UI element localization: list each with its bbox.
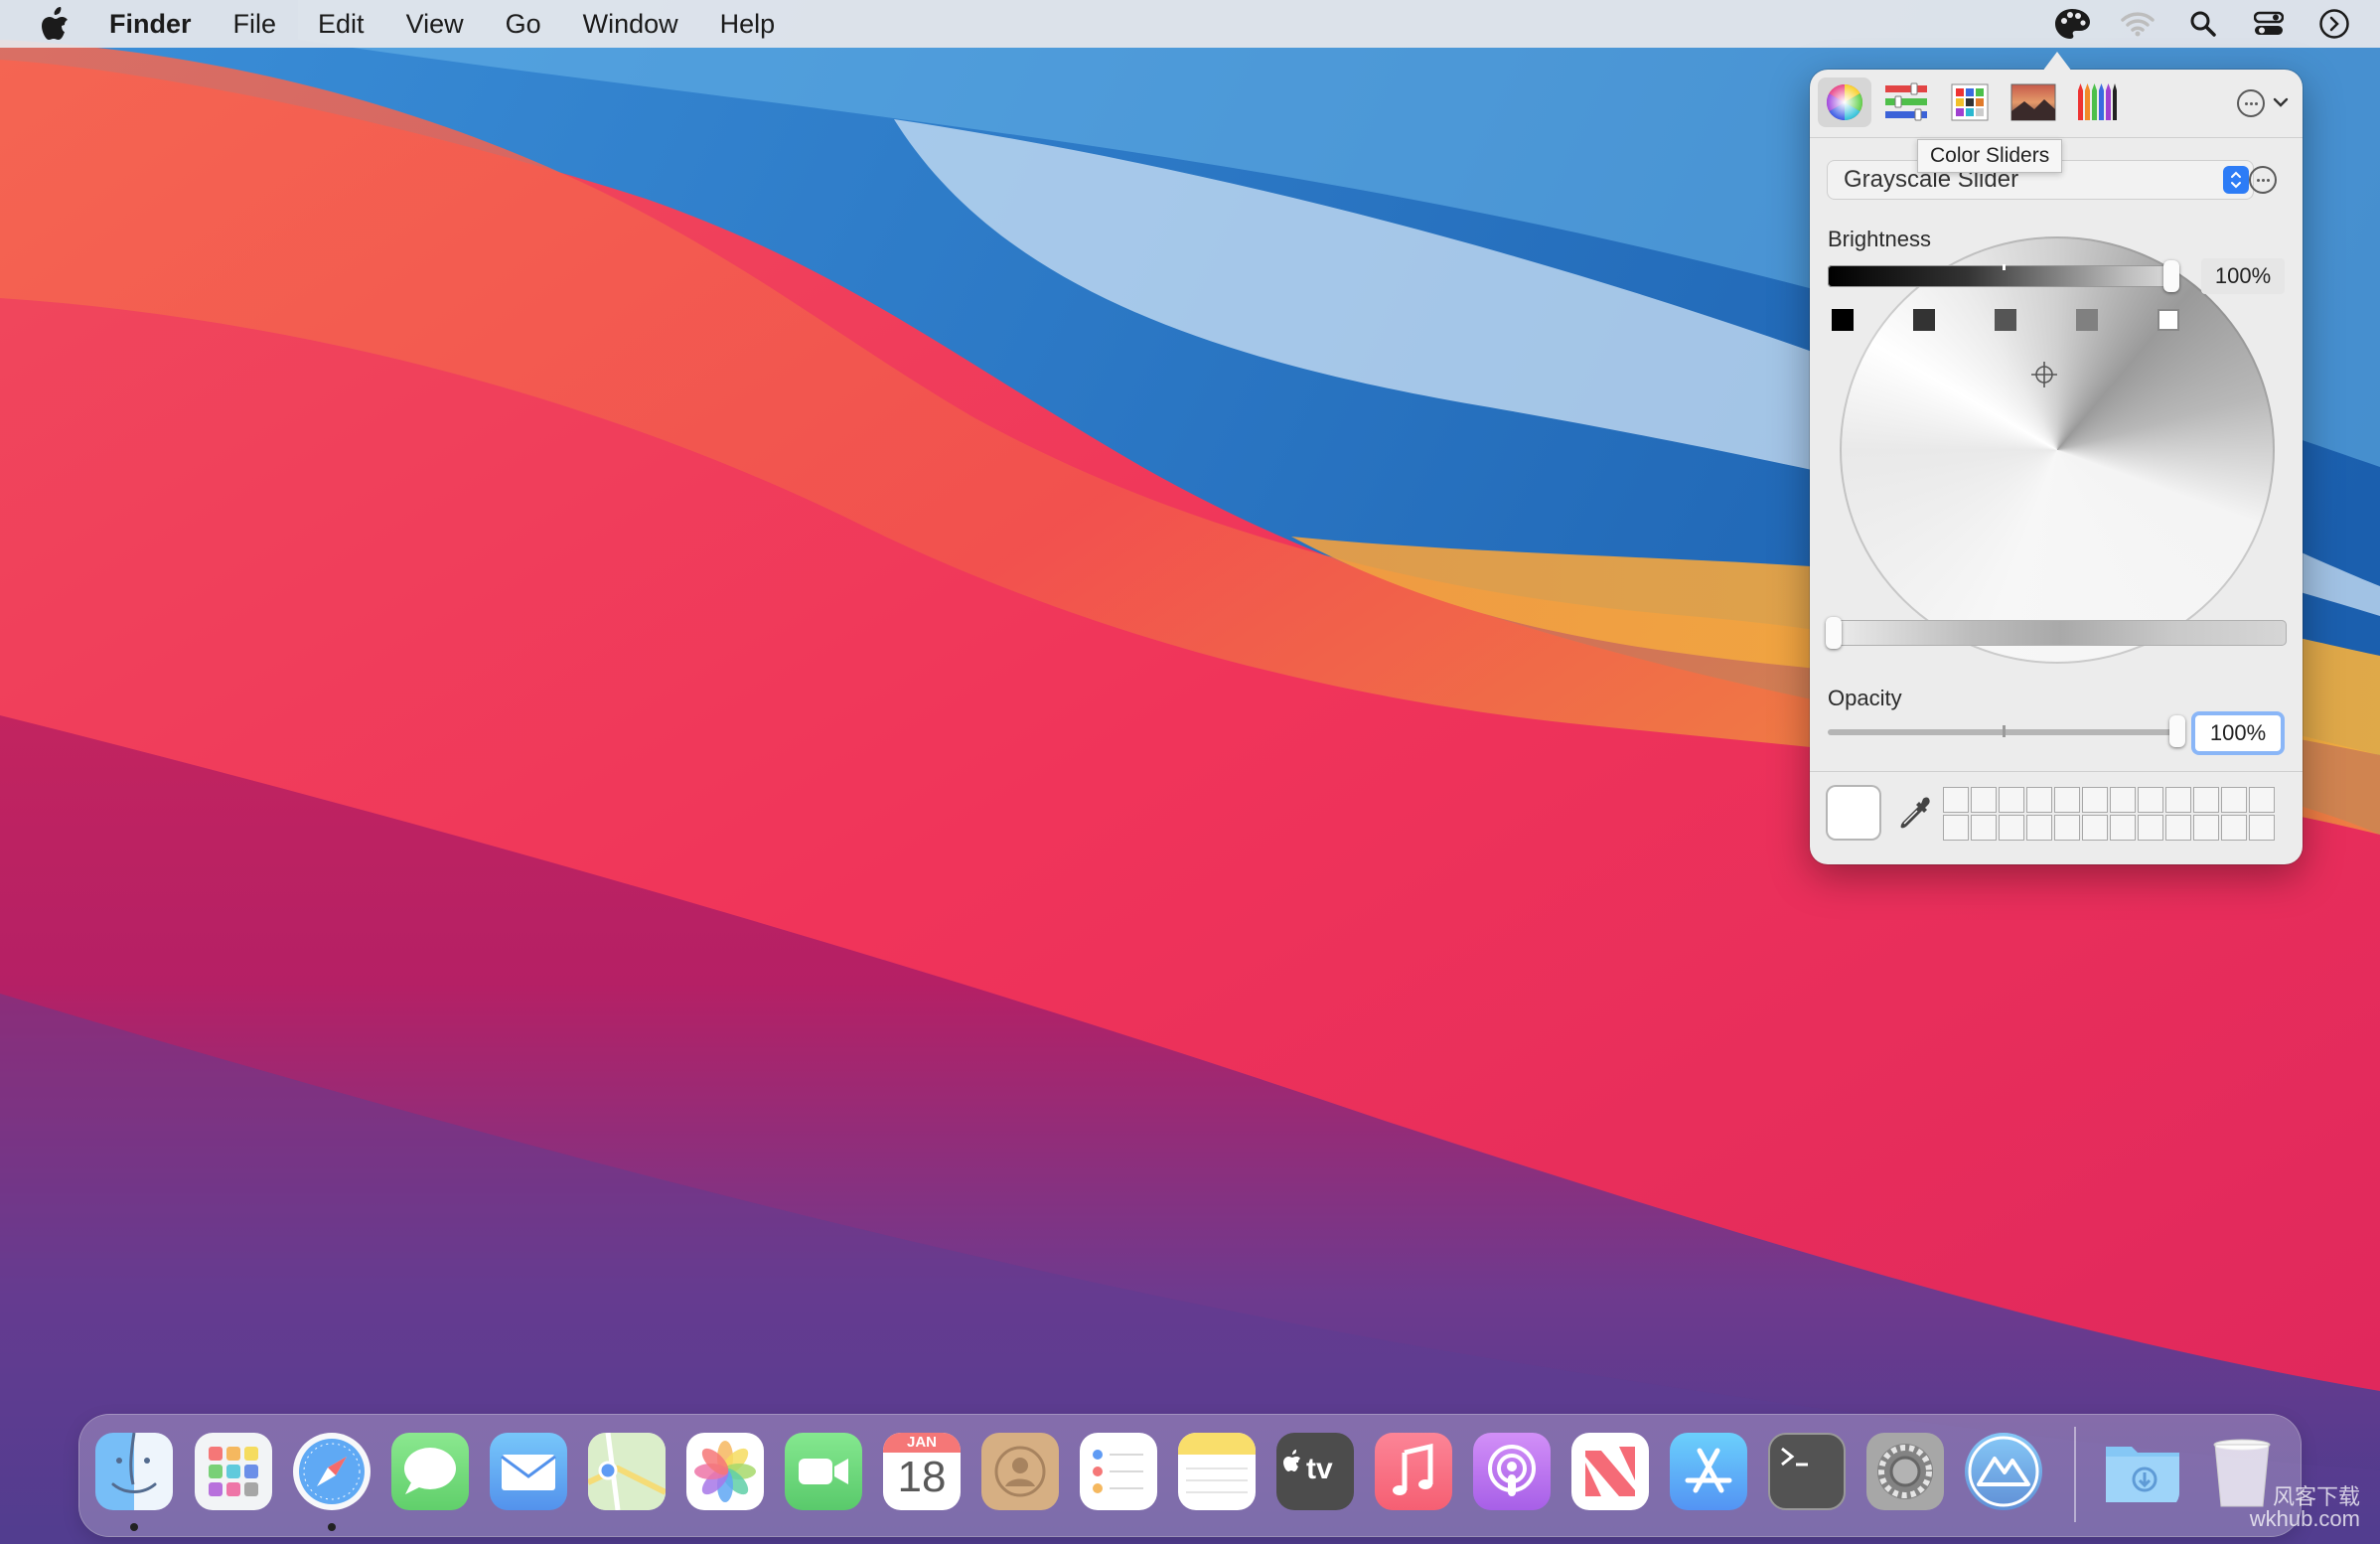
opacity-tick — [2003, 725, 2006, 737]
brightness-label: Brightness — [1828, 227, 1931, 251]
custom-swatch-cell[interactable] — [1999, 815, 2024, 841]
custom-swatch-cell[interactable] — [2165, 815, 2191, 841]
custom-swatch-cell[interactable] — [2082, 787, 2108, 813]
slider-options-icon[interactable] — [2249, 166, 2277, 194]
custom-swatch-cell[interactable] — [2138, 815, 2163, 841]
custom-swatch-cell[interactable] — [2110, 815, 2136, 841]
popup-stepper-icon — [2223, 166, 2249, 194]
watermark: 风客下载 wkhub.com — [2250, 1486, 2360, 1530]
image-palettes-icon — [2010, 83, 2056, 121]
eyedropper-icon[interactable] — [1897, 795, 1933, 835]
custom-swatch-cell[interactable] — [2110, 787, 2136, 813]
grayscale-color-wheel[interactable] — [1840, 236, 2275, 664]
watermark-line2: wkhub.com — [2249, 1506, 2360, 1531]
dock — [79, 1415, 2301, 1536]
gray-preset-dark[interactable] — [1913, 309, 1935, 331]
custom-swatch-cell[interactable] — [1943, 787, 1969, 813]
custom-swatch-cell[interactable] — [2221, 787, 2247, 813]
wheel-brightness-slider[interactable] — [1834, 620, 2287, 646]
current-color-well[interactable] — [1828, 787, 1879, 839]
custom-swatch-cell[interactable] — [2249, 815, 2275, 841]
opacity-slider-knob[interactable] — [2169, 715, 2185, 747]
color-panel: Grayscale Slider Color Sliders Brightnes… — [1810, 70, 2303, 864]
gray-preset-mid[interactable] — [2076, 309, 2098, 331]
brightness-tick — [2003, 264, 2006, 270]
wifi-icon[interactable] — [2118, 4, 2157, 44]
menu-view[interactable]: View — [406, 9, 464, 40]
brightness-value-field[interactable]: 100% — [2201, 258, 2285, 294]
menu-window[interactable]: Window — [583, 9, 678, 40]
control-center-icon[interactable] — [2249, 4, 2289, 44]
panel-divider — [1810, 771, 2303, 772]
menu-file[interactable]: File — [233, 9, 277, 40]
custom-swatch-cell[interactable] — [2193, 815, 2219, 841]
color-palette-icon[interactable] — [2052, 4, 2092, 44]
menu-app-name[interactable]: Finder — [109, 9, 192, 40]
custom-swatch-cell[interactable] — [2249, 787, 2275, 813]
custom-swatch-cell[interactable] — [2221, 815, 2247, 841]
opacity-value-field[interactable]: 100% — [2195, 715, 2281, 751]
brightness-slider[interactable] — [1828, 265, 2175, 287]
opacity-label: Opacity — [1828, 686, 1902, 710]
custom-swatch-cell[interactable] — [2082, 815, 2108, 841]
custom-swatch-cell[interactable] — [2054, 787, 2080, 813]
color-sliders-tab[interactable] — [1879, 77, 1933, 127]
watermark-line1: 风客下载 — [2272, 1484, 2360, 1509]
custom-swatch-cell[interactable] — [2026, 815, 2052, 841]
color-wheel-icon — [1826, 84, 1863, 121]
custom-swatch-cell[interactable] — [1999, 787, 2024, 813]
menu-bar: Finder File Edit View Go Window Help — [0, 0, 2380, 48]
image-palettes-tab[interactable] — [2007, 77, 2060, 127]
running-indicator-safari — [328, 1523, 336, 1531]
custom-swatch-cell[interactable] — [2026, 787, 2052, 813]
gray-preset-black[interactable] — [1832, 309, 1854, 331]
color-palettes-icon — [1951, 83, 1989, 121]
pencils-tab[interactable] — [2070, 77, 2124, 127]
custom-swatch-cell[interactable] — [2054, 815, 2080, 841]
tooltip: Color Sliders — [1917, 139, 2063, 173]
gray-preset-mid-dark[interactable] — [1995, 309, 2016, 331]
chevron-down-icon[interactable] — [2273, 95, 2289, 109]
custom-swatch-cell[interactable] — [1971, 787, 1997, 813]
dock-separator — [2074, 1427, 2076, 1522]
color-palettes-tab[interactable] — [1943, 77, 1997, 127]
apple-menu-icon[interactable] — [40, 6, 72, 42]
spotlight-search-icon[interactable] — [2183, 4, 2223, 44]
color-panel-toolbar — [1810, 70, 2303, 138]
menu-go[interactable]: Go — [506, 9, 541, 40]
gray-preset-white[interactable] — [2157, 309, 2179, 331]
custom-swatch-cell[interactable] — [2165, 787, 2191, 813]
wheel-brightness-knob[interactable] — [1826, 617, 1842, 649]
panel-pointer — [2042, 52, 2072, 72]
menu-help[interactable]: Help — [720, 9, 776, 40]
siri-icon[interactable] — [2314, 4, 2354, 44]
custom-color-swatches — [1943, 787, 2275, 841]
custom-swatch-cell[interactable] — [2193, 787, 2219, 813]
running-indicator-finder — [130, 1523, 138, 1531]
color-sliders-icon — [1885, 82, 1927, 121]
custom-swatch-cell[interactable] — [1971, 815, 1997, 841]
panel-options-icon[interactable] — [2237, 89, 2265, 117]
color-wheel-tab[interactable] — [1818, 77, 1871, 127]
brightness-slider-knob[interactable] — [2163, 260, 2179, 292]
custom-swatch-cell[interactable] — [2138, 787, 2163, 813]
pencils-icon — [2078, 83, 2117, 120]
crosshair-icon[interactable] — [2031, 362, 2057, 387]
custom-swatch-cell[interactable] — [1943, 815, 1969, 841]
menu-edit[interactable]: Edit — [318, 9, 365, 40]
